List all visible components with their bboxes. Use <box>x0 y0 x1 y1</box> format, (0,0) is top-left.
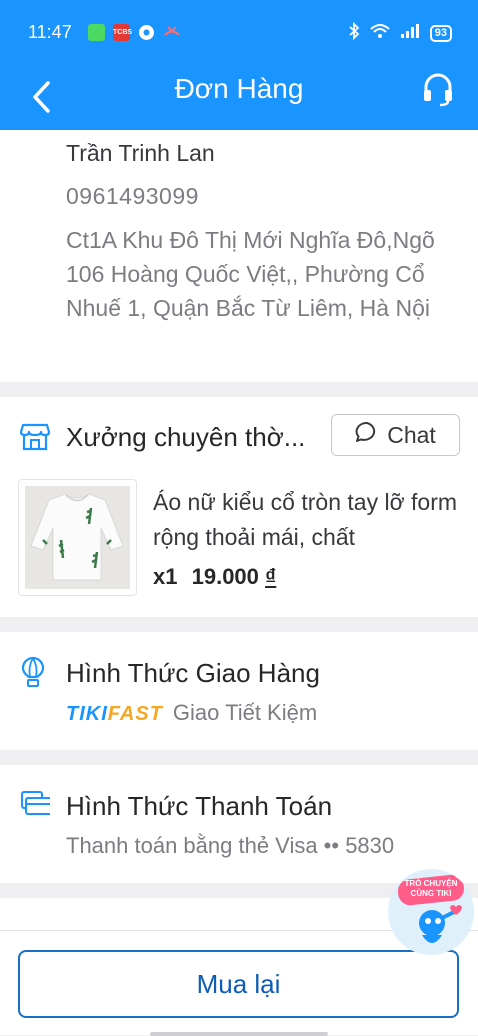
page-title: Đơn Hàng <box>174 73 304 104</box>
chrome-app-icon <box>138 24 155 46</box>
recipient-address: Ct1A Khu Đô Thị Mới Nghĩa Đô,Ngõ 106 Hoà… <box>66 227 435 321</box>
home-indicator[interactable] <box>150 1032 328 1036</box>
tikifast-logo: TIKIFAST <box>66 703 163 725</box>
status-time: 11:47 <box>28 22 72 42</box>
shipping-method-card: Hình Thức Giao Hàng TIKIFAST Giao Tiết Ki… <box>0 632 478 750</box>
missed-call-icon <box>163 24 181 46</box>
recipient-name: Trần Trinh Lan <box>66 140 215 166</box>
payment-method-title: Hình Thức Thanh Toán <box>66 791 333 821</box>
product-thumbnail[interactable] <box>18 479 137 596</box>
shipping-method-name: Giao Tiết Kiệm <box>172 700 318 725</box>
messages-app-icon <box>88 24 105 41</box>
payment-card-icon <box>20 789 53 824</box>
chat-icon <box>355 421 379 449</box>
delivery-balloon-icon <box>20 656 46 693</box>
shipping-address-card: Trần Trinh Lan 0961493099 Ct1A Khu Đô Th… <box>0 130 478 382</box>
currency-symbol: ₫ <box>265 564 277 589</box>
rebuy-button[interactable]: Mua lại <box>18 950 459 1018</box>
shop-name[interactable]: Xưởng chuyên thờ... <box>66 422 305 453</box>
notification-icons: TCBS <box>88 24 181 46</box>
shipping-method-detail: TIKIFAST Giao Tiết Kiệm <box>66 700 317 726</box>
battery-icon: 93 <box>429 25 452 42</box>
wifi-icon <box>370 23 390 44</box>
payment-method-card: Hình Thức Thanh Toán Thanh toán bằng thẻ… <box>0 765 478 883</box>
payment-method-detail: Thanh toán bằng thẻ Visa •• 5830 <box>66 833 395 858</box>
order-item-card: Xưởng chuyên thờ... Chat Áo nữ kiểu cổ t… <box>0 397 478 617</box>
recipient-phone: 0961493099 <box>66 183 199 209</box>
chat-with-tiki-bubble[interactable]: TRÒ CHUYỆN CÙNG TIKI <box>388 869 474 955</box>
tcbs-app-icon: TCBS <box>113 24 132 41</box>
product-price-line: x1 19.000 ₫ <box>153 564 276 590</box>
bluetooth-icon <box>348 21 360 45</box>
product-name[interactable]: Áo nữ kiểu cổ tròn tay lỡ form rộng thoả… <box>153 485 458 555</box>
product-quantity: x1 <box>153 564 178 589</box>
app-header: Đơn Hàng <box>0 64 478 130</box>
store-icon <box>19 423 51 456</box>
headset-icon[interactable] <box>422 72 454 113</box>
system-icons: 93 <box>348 21 452 45</box>
status-bar: 11:47 TCBS 93 <box>0 0 478 64</box>
chat-button[interactable]: Chat <box>331 414 460 456</box>
product-price: 19.000 <box>191 564 259 589</box>
chat-label: Chat <box>387 421 436 448</box>
shipping-method-title: Hình Thức Giao Hàng <box>66 658 320 688</box>
signal-icon <box>400 23 420 44</box>
